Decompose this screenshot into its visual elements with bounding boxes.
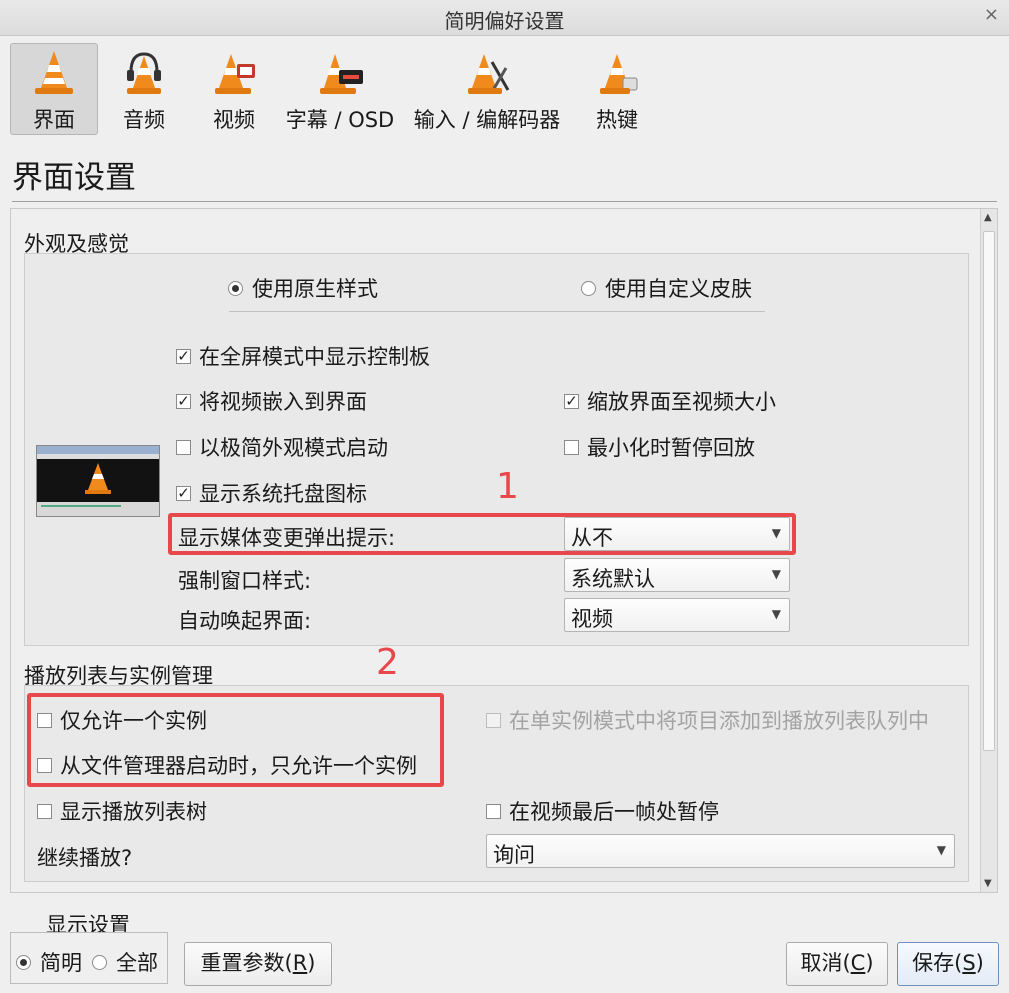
checkbox-systray[interactable]: ✓ 显示系统托盘图标 [176,478,367,508]
checkbox-label: 缩放界面至视频大小 [587,390,776,414]
combo-value: 视频 [571,607,613,631]
radio-dot [581,280,596,296]
title-bar: 简明偏好设置 × [0,0,1009,36]
checkbox-label: 在全屏模式中显示控制板 [199,345,430,369]
tab-label: 音频 [123,108,165,132]
radio-native-label: 使用原生样式 [252,277,378,301]
checkbox-box [486,803,501,819]
tab-label: 字幕 / OSD [285,108,395,132]
radio-all[interactable]: 全部 [92,947,158,977]
cancel-button[interactable]: 取消(C) [786,942,888,986]
tab-label: 界面 [33,108,75,132]
checkbox-box [37,712,52,728]
reset-button[interactable]: 重置参数(R) [184,942,332,986]
popup-combo[interactable]: 从不 ▼ [564,517,790,551]
page-title: 界面设置 [12,160,136,196]
tab-hotkeys[interactable]: 热键 [580,43,654,135]
continue-playback-label: 继续播放? [37,846,133,870]
radio-dot [16,954,31,970]
tab-label: 输入 / 编解码器 [413,108,561,132]
radio-dot [228,280,243,296]
tab-interface[interactable]: 界面 [10,43,98,135]
hotkeys-cone-icon [600,54,638,94]
annotation-number-2: 2 [376,642,399,683]
scrollbar-thumb[interactable] [983,231,995,751]
video-cone-icon [215,54,255,94]
tab-audio[interactable]: 音频 [106,43,182,135]
title-divider [12,201,997,202]
radio-custom-skin[interactable]: 使用自定义皮肤 [581,273,752,303]
scroll-up-icon[interactable]: ▲ [984,212,992,223]
combo-value: 从不 [571,526,613,550]
checkbox-label: 显示系统托盘图标 [199,482,367,506]
input-codecs-cone-icon [468,54,510,94]
checkbox-box [37,803,52,819]
raise-interface-label: 自动唤起界面: [178,609,312,633]
continue-playback-combo[interactable]: 询问 ▼ [486,834,955,868]
chevron-down-icon: ▼ [771,607,781,621]
raise-interface-combo[interactable]: 视频 ▼ [564,598,790,632]
checkbox-label: 在单实例模式中将项目添加到播放列表队列中 [509,709,929,733]
chevron-down-icon: ▼ [771,567,781,581]
audio-headphones-cone-icon [127,52,161,94]
checkbox-box [37,757,52,773]
tab-subtitles-osd[interactable]: 字幕 / OSD [284,43,396,135]
interface-preview-image [36,445,160,517]
checkbox-label: 在视频最后一帧处暂停 [509,800,719,824]
radio-dot [92,954,107,970]
popup-label: 显示媒体变更弹出提示: [178,526,396,550]
force-style-combo[interactable]: 系统默认 ▼ [564,558,790,592]
checkbox-box [176,439,191,455]
tab-label: 视频 [213,108,255,132]
checkmark-icon: ✓ [176,391,191,410]
checkbox-one-instance[interactable]: 仅允许一个实例 [37,705,207,735]
checkbox-enqueue-single-instance: 在单实例模式中将项目添加到播放列表队列中 [486,705,929,735]
force-style-label: 强制窗口样式: [178,569,312,593]
radio-all-label: 全部 [116,951,158,975]
tab-label: 热键 [596,108,638,132]
checkmark-icon: ✓ [176,483,191,502]
checkbox-label: 最小化时暂停回放 [587,436,755,460]
checkbox-label: 显示播放列表树 [60,800,207,824]
combo-value: 询问 [493,843,535,867]
checkbox-minimal-mode[interactable]: 以极简外观模式启动 [176,432,388,462]
checkbox-label: 从文件管理器启动时，只允许一个实例 [60,754,417,778]
checkbox-fullscreen-controls[interactable]: ✓ 在全屏模式中显示控制板 [176,341,430,371]
checkbox-resize-to-video[interactable]: ✓ 缩放界面至视频大小 [564,386,776,416]
checkbox-box [486,712,501,728]
subtitles-osd-cone-icon [320,54,363,94]
radio-native-style[interactable]: 使用原生样式 [228,273,378,303]
checkbox-one-instance-file-manager[interactable]: 从文件管理器启动时，只允许一个实例 [37,750,417,780]
vertical-scrollbar[interactable]: ▲ ▼ [980,209,997,892]
checkbox-label: 仅允许一个实例 [60,709,207,733]
combo-value: 系统默认 [571,567,655,591]
checkmark-icon: ✓ [564,391,579,410]
chevron-down-icon: ▼ [771,526,781,540]
checkbox-playlist-tree[interactable]: 显示播放列表树 [37,796,207,826]
tab-input-codecs[interactable]: 输入 / 编解码器 [410,43,564,135]
checkbox-embed-video[interactable]: ✓ 将视频嵌入到界面 [176,386,367,416]
annotation-number-1: 1 [496,466,519,507]
tab-video[interactable]: 视频 [196,43,272,135]
checkbox-pause-last-frame[interactable]: 在视频最后一帧处暂停 [486,796,719,826]
checkbox-label: 将视频嵌入到界面 [199,390,367,414]
checkbox-pause-minimized[interactable]: 最小化时暂停回放 [564,432,755,462]
chevron-down-icon: ▼ [936,843,946,857]
checkbox-box [564,439,579,455]
window-title: 简明偏好设置 [444,9,565,33]
radio-custom-label: 使用自定义皮肤 [605,277,752,301]
checkmark-icon: ✓ [176,346,191,365]
close-icon[interactable]: × [984,4,999,25]
scroll-down-icon[interactable]: ▼ [984,878,992,889]
radio-simple-label: 简明 [40,951,82,975]
interface-cone-icon [35,51,73,94]
radio-simple[interactable]: 简明 [16,947,82,977]
checkbox-label: 以极简外观模式启动 [199,436,388,460]
save-button[interactable]: 保存(S) [897,942,999,986]
style-divider [229,311,765,312]
